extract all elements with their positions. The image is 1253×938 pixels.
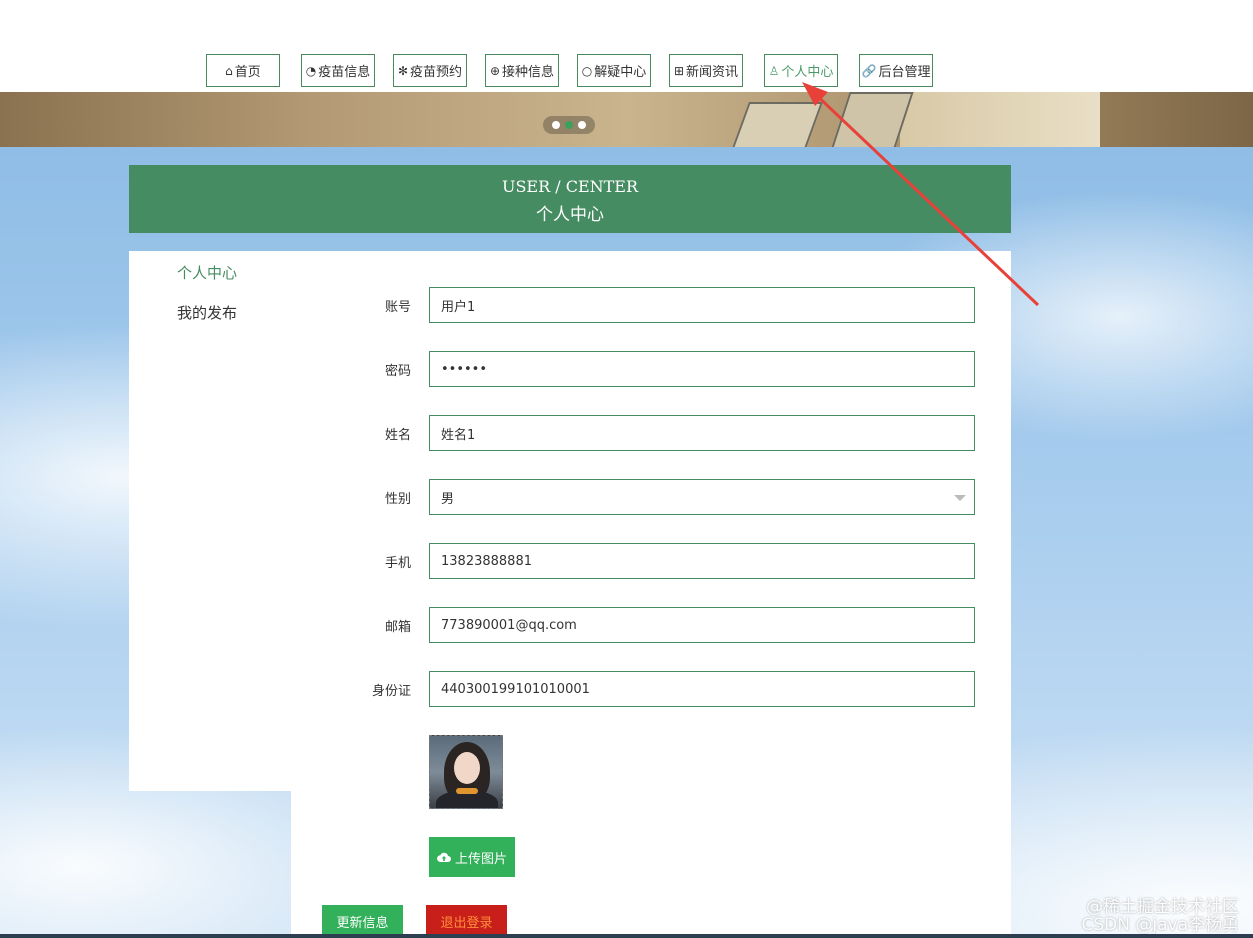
- nav-user-center[interactable]: ♙ 个人中心: [764, 54, 838, 87]
- avatar-collar: [456, 788, 478, 794]
- user-icon: ♙: [768, 63, 780, 78]
- password-label: 密码: [384, 364, 411, 379]
- home-icon: ⌂: [225, 63, 233, 78]
- section-title-en: USER / CENTER: [501, 177, 639, 196]
- phone-value: 13823888881: [441, 553, 532, 569]
- id-card-value: 440300199101010001: [441, 681, 590, 697]
- gender-select[interactable]: 男: [429, 479, 975, 515]
- bottom-bar: [0, 934, 1253, 938]
- sidebar-item-my-posts[interactable]: 我的发布: [177, 302, 237, 323]
- id-card-label: 身份证: [371, 684, 411, 699]
- user-panel: [129, 251, 1011, 791]
- nav-label: 新闻资讯: [686, 65, 739, 80]
- account-field[interactable]: 用户1: [429, 287, 975, 323]
- password-value: ••••••: [441, 361, 488, 377]
- avatar-face: [454, 752, 480, 784]
- update-button-label: 更新信息: [336, 916, 389, 931]
- news-icon: ⊞: [673, 63, 685, 78]
- globe-icon: ⊕: [489, 63, 501, 78]
- chevron-down-icon: [954, 495, 966, 501]
- nav-label: 疫苗信息: [318, 65, 371, 80]
- name-value: 姓名1: [441, 427, 476, 443]
- nav-vaccine-booking[interactable]: ✻ 疫苗预约: [393, 54, 467, 87]
- snowflake-icon: ✻: [397, 63, 409, 78]
- gender-label: 性别: [384, 492, 411, 507]
- nav-label: 接种信息: [502, 65, 555, 80]
- top-nav: ⌂ 首页 ◔ 疫苗信息 ✻ 疫苗预约 ⊕ 接种信息 ○ 解疑中心 ⊞ 新闻资讯 …: [0, 54, 1253, 89]
- phone-label: 手机: [384, 556, 411, 571]
- section-header: USER / CENTER 个人中心: [129, 165, 1011, 233]
- email-label: 邮箱: [384, 620, 411, 635]
- nav-faq-center[interactable]: ○ 解疑中心: [577, 54, 651, 87]
- email-value: 773890001@qq.com: [441, 617, 577, 633]
- circle-icon: ○: [581, 63, 593, 78]
- sidebar-item-user-center[interactable]: 个人中心: [177, 262, 237, 283]
- carousel-dot-active[interactable]: [565, 121, 573, 129]
- nav-home[interactable]: ⌂ 首页: [206, 54, 280, 87]
- account-value: 用户1: [441, 299, 476, 315]
- avatar-image: [429, 735, 503, 809]
- carousel-indicators: [543, 116, 595, 134]
- phone-field[interactable]: 13823888881: [429, 543, 975, 579]
- nav-label: 后台管理: [878, 65, 931, 80]
- nav-vaccine-info[interactable]: ◔ 疫苗信息: [301, 54, 375, 87]
- logout-button-label: 退出登录: [440, 916, 493, 931]
- upload-button-label: 上传图片: [454, 851, 507, 867]
- email-field[interactable]: 773890001@qq.com: [429, 607, 975, 643]
- password-field[interactable]: ••••••: [429, 351, 975, 387]
- nav-label: 首页: [234, 65, 261, 80]
- name-field[interactable]: 姓名1: [429, 415, 975, 451]
- banner-floor: [900, 92, 1100, 147]
- name-label: 姓名: [384, 428, 411, 443]
- banner-image: [0, 92, 1253, 147]
- nav-label: 解疑中心: [594, 65, 647, 80]
- link-icon: 🔗: [861, 63, 877, 78]
- section-title-cn: 个人中心: [536, 205, 604, 225]
- nav-admin[interactable]: 🔗 后台管理: [859, 54, 933, 87]
- nav-label: 疫苗预约: [410, 65, 463, 80]
- account-label: 账号: [384, 300, 411, 315]
- cloud-upload-icon: [437, 852, 451, 863]
- banner-desk: [731, 102, 823, 147]
- id-card-field[interactable]: 440300199101010001: [429, 671, 975, 707]
- watermark-line2: CSDN @java李杨勇: [1081, 915, 1240, 935]
- carousel-dot[interactable]: [578, 121, 586, 129]
- nav-label: 个人中心: [781, 65, 834, 80]
- carousel-dot[interactable]: [552, 121, 560, 129]
- nav-news[interactable]: ⊞ 新闻资讯: [669, 54, 743, 87]
- upload-image-button[interactable]: 上传图片: [429, 837, 515, 877]
- palette-icon: ◔: [305, 63, 317, 78]
- nav-vaccination-info[interactable]: ⊕ 接种信息: [485, 54, 559, 87]
- gender-value: 男: [441, 491, 455, 507]
